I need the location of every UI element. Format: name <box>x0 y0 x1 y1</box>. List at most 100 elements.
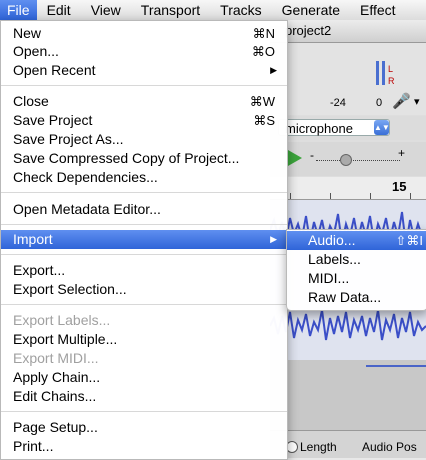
menu-item-import[interactable]: Import ▶ <box>1 230 287 249</box>
menubar-edit[interactable]: Edit <box>37 0 81 20</box>
menu-item-label: Open Recent <box>13 62 96 78</box>
submenu-arrow-icon: ▶ <box>270 65 277 75</box>
ruler-tick <box>410 193 411 199</box>
menu-separator <box>1 85 287 86</box>
menu-item-label: Save Compressed Copy of Project... <box>13 150 240 166</box>
meter-right-label: R <box>388 76 395 86</box>
meter-tick-label: 0 <box>376 97 383 109</box>
menu-item-label: Export Labels... <box>13 312 111 328</box>
menu-item-open-metadata-editor[interactable]: Open Metadata Editor... <box>1 200 287 219</box>
minus-icon: - <box>310 148 314 162</box>
menu-item-label: Apply Chain... <box>13 369 101 385</box>
meter-tick-label: -24 <box>330 97 346 109</box>
menu-item-label: New <box>13 25 42 41</box>
speed-slider-handle[interactable] <box>340 154 352 166</box>
ruler-tick <box>290 193 291 199</box>
menu-item-page-setup[interactable]: Page Setup... <box>1 418 287 437</box>
menu-item-label: Export MIDI... <box>13 350 99 366</box>
menu-item-import-audio[interactable]: Audio... ⇧⌘I <box>287 231 426 250</box>
menu-item-label: Export Selection... <box>13 281 127 297</box>
meter-toolbar: L R -24 0 🎤 ▾ <box>270 43 426 115</box>
menu-separator <box>1 304 287 305</box>
input-device-value: microphone <box>285 121 353 136</box>
device-toolbar: microphone ▲▼ <box>270 116 426 140</box>
menu-item-shortcut: ⌘N <box>252 26 275 41</box>
menubar-effect[interactable]: Effect <box>350 0 406 20</box>
menu-item-import-midi[interactable]: MIDI... <box>287 269 426 288</box>
menubar: File Edit View Transport Tracks Generate… <box>0 0 426 21</box>
menu-item-export-selection[interactable]: Export Selection... <box>1 280 287 299</box>
meter-left-label: L <box>388 64 394 74</box>
menu-item-close[interactable]: Close ⌘W <box>1 92 287 111</box>
menu-item-label: MIDI... <box>308 270 350 286</box>
menubar-tracks[interactable]: Tracks <box>210 0 271 20</box>
menu-item-label: Save Project As... <box>13 131 124 147</box>
menu-item-save-project-as[interactable]: Save Project As... <box>1 130 287 149</box>
chevron-down-icon[interactable]: ▾ <box>414 95 420 108</box>
selection-toolbar: Length Audio Pos <box>270 430 426 458</box>
menu-item-check-dependencies[interactable]: Check Dependencies... <box>1 168 287 187</box>
menu-item-import-raw-data[interactable]: Raw Data... <box>287 288 426 307</box>
select-arrows-icon[interactable]: ▲▼ <box>374 120 390 135</box>
menu-item-label: Export Multiple... <box>13 331 118 347</box>
play-at-speed-toolbar: - + <box>270 142 426 176</box>
plus-icon: + <box>398 146 406 160</box>
menu-item-print[interactable]: Print... <box>1 437 287 456</box>
menu-item-label: Open... <box>13 43 59 59</box>
menu-item-apply-chain[interactable]: Apply Chain... <box>1 368 287 387</box>
menu-separator <box>1 192 287 193</box>
menu-item-open-recent[interactable]: Open Recent ▶ <box>1 61 287 80</box>
menu-item-export-labels: Export Labels... <box>1 311 287 330</box>
menubar-transport[interactable]: Transport <box>131 0 210 20</box>
selection-line <box>366 365 426 367</box>
microphone-icon[interactable]: 🎤 <box>392 92 411 110</box>
empty-track-area[interactable] <box>270 360 426 430</box>
menu-item-save-project[interactable]: Save Project ⌘S <box>1 111 287 130</box>
window-titlebar: project2 <box>270 20 426 43</box>
meter-scale: -24 0 <box>284 95 404 115</box>
submenu-arrow-icon: ▶ <box>270 234 277 244</box>
menu-item-shortcut: ⌘W <box>249 94 275 109</box>
menu-item-label: Open Metadata Editor... <box>13 201 161 217</box>
menubar-file[interactable]: File <box>0 0 37 20</box>
menu-item-export-multiple[interactable]: Export Multiple... <box>1 330 287 349</box>
speed-slider-track[interactable] <box>316 160 400 162</box>
menu-separator <box>1 254 287 255</box>
menu-item-label: Save Project <box>13 112 93 128</box>
audio-position-label: Audio Pos <box>362 440 417 454</box>
menu-item-label: Close <box>13 93 49 109</box>
menu-item-label: Import <box>13 231 53 247</box>
menu-item-label: Page Setup... <box>13 419 98 435</box>
menu-item-label: Check Dependencies... <box>13 169 158 185</box>
menu-item-label: Audio... <box>308 232 356 248</box>
menu-item-label: Print... <box>13 438 54 454</box>
timeline-ruler[interactable]: 15 <box>270 177 426 200</box>
menu-item-label: Edit Chains... <box>13 388 97 404</box>
menu-item-label: Export... <box>13 262 66 278</box>
import-submenu: Audio... ⇧⌘I Labels... MIDI... Raw Data.… <box>286 229 426 311</box>
window-title: project2 <box>285 23 332 38</box>
menu-item-shortcut: ⇧⌘I <box>395 233 423 248</box>
ruler-tick <box>370 193 371 199</box>
meter-bar <box>376 61 385 85</box>
file-menu: New ⌘N Open... ⌘O Open Recent ▶ Close ⌘W… <box>0 20 288 460</box>
menu-item-export[interactable]: Export... <box>1 261 287 280</box>
ruler-label: 15 <box>392 179 407 194</box>
length-label: Length <box>300 440 337 454</box>
menu-item-shortcut: ⌘S <box>253 113 275 128</box>
menu-item-new[interactable]: New ⌘N <box>1 24 287 43</box>
menubar-view[interactable]: View <box>81 0 131 20</box>
menu-item-shortcut: ⌘O <box>251 44 275 59</box>
menu-separator <box>1 224 287 225</box>
menu-item-save-compressed-copy[interactable]: Save Compressed Copy of Project... <box>1 149 287 168</box>
menu-item-import-labels[interactable]: Labels... <box>287 250 426 269</box>
play-icon[interactable] <box>288 150 302 166</box>
menu-item-open[interactable]: Open... ⌘O <box>1 42 287 61</box>
ruler-tick <box>330 193 331 199</box>
menu-item-label: Raw Data... <box>308 289 382 305</box>
menubar-generate[interactable]: Generate <box>272 0 350 20</box>
menu-item-edit-chains[interactable]: Edit Chains... <box>1 387 287 406</box>
menu-separator <box>1 411 287 412</box>
menu-item-export-midi: Export MIDI... <box>1 349 287 368</box>
menu-item-label: Labels... <box>308 251 361 267</box>
